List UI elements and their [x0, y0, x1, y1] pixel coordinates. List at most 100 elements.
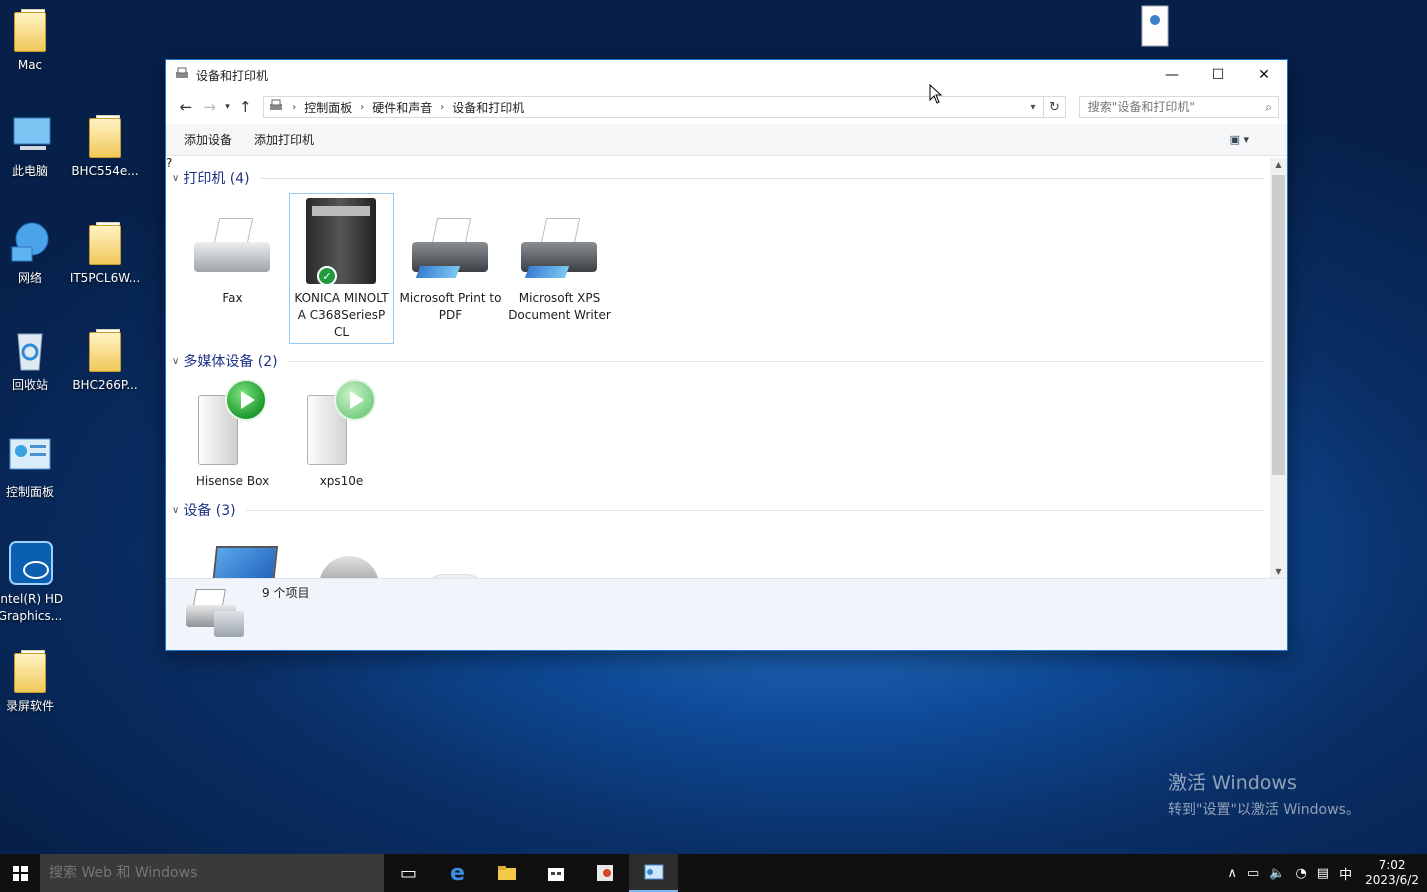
- clock[interactable]: 7:02 2023/6/2: [1357, 858, 1427, 888]
- desktop-icon-label: IT5PCL6W...: [69, 271, 141, 285]
- user-folder-icon: [6, 6, 54, 54]
- desktop-icon-folder-it5pcl6w[interactable]: IT5PCL6W...: [68, 219, 142, 287]
- activation-watermark: 激活 Windows 转到"设置"以激活 Windows。: [1168, 768, 1360, 819]
- search-input[interactable]: [1087, 100, 1256, 114]
- collapse-chevron-icon[interactable]: ∨: [172, 505, 179, 516]
- media-device-icon: [289, 377, 394, 473]
- desktop-icon-label: BHC554e...: [71, 164, 139, 178]
- device-label: Microsoft XPS Document Writer: [508, 291, 611, 322]
- device-item-konica-minolta[interactable]: ✓ KONICA MINOLTA C368SeriesPCL: [289, 193, 394, 344]
- device-item-mouse[interactable]: [289, 530, 394, 578]
- address-dropdown-chevron-icon[interactable]: ▾: [1023, 102, 1043, 113]
- group-divider: [287, 360, 1264, 362]
- start-button[interactable]: [0, 854, 40, 892]
- control-panel-taskbar-icon[interactable]: [629, 854, 678, 892]
- desktop-icon-network[interactable]: 网络: [0, 219, 67, 287]
- play-icon: [225, 379, 267, 421]
- device-icon: [398, 530, 503, 578]
- taskbar-search-box[interactable]: [40, 854, 384, 892]
- recent-locations-chevron-icon[interactable]: ▾: [222, 102, 234, 112]
- vertical-scrollbar[interactable]: ▲ ▼: [1270, 158, 1287, 578]
- store-icon[interactable]: [531, 854, 580, 892]
- battery-icon[interactable]: ▭: [1242, 866, 1264, 881]
- network-wifi-icon[interactable]: ◔: [1290, 866, 1311, 881]
- search-icon[interactable]: ⌕: [1265, 100, 1272, 115]
- breadcrumb[interactable]: › 控制面板 › 硬件和声音 › 设备和打印机 ▾: [263, 96, 1044, 118]
- device-item-generic[interactable]: [398, 530, 503, 578]
- watermark-subtitle: 转到"设置"以激活 Windows。: [1168, 802, 1360, 818]
- device-label: KONICA MINOLTA C368SeriesPCL: [294, 291, 389, 339]
- desktop-icon-folder-bhc266p[interactable]: BHC266P...: [68, 326, 142, 394]
- action-center-icon[interactable]: ▤: [1312, 866, 1334, 881]
- taskbar-search-input[interactable]: [49, 865, 369, 881]
- close-button[interactable]: ✕: [1241, 60, 1287, 90]
- change-view-icon[interactable]: ▣ ▾: [1230, 133, 1249, 146]
- group-header-multimedia[interactable]: ∨ 多媒体设备 (2): [172, 351, 1264, 371]
- play-icon: [334, 379, 376, 421]
- device-item-xps10e[interactable]: xps10e: [289, 377, 394, 490]
- scroll-down-arrow-icon[interactable]: ▼: [1270, 567, 1287, 576]
- device-label: xps10e: [319, 474, 364, 488]
- collapse-chevron-icon[interactable]: ∨: [172, 173, 179, 184]
- device-list: ∨ 打印机 (4) Fax ✓ KONICA MINOLTA C368Serie…: [166, 158, 1272, 578]
- computer-icon: [6, 112, 54, 160]
- desktop-icon-recycle-bin[interactable]: 回收站: [0, 326, 67, 394]
- address-bar: ← → ▾ ↑ › 控制面板 › 硬件和声音 › 设备和打印机 ▾ ↻ ⌕: [166, 90, 1287, 124]
- group-divider: [245, 509, 1264, 511]
- desktop-icon-screen-recorder-folder[interactable]: 录屏软件: [0, 647, 67, 715]
- edge-browser-icon[interactable]: e: [433, 854, 482, 892]
- forward-arrow-icon[interactable]: →: [198, 98, 222, 116]
- breadcrumb-hardware-sound[interactable]: 硬件和声音: [372, 99, 432, 116]
- volume-icon[interactable]: 🔈: [1264, 866, 1290, 881]
- group-header-devices[interactable]: ∨ 设备 (3): [172, 500, 1264, 520]
- add-device-button[interactable]: 添加设备: [176, 131, 240, 148]
- system-tray: ∧ ▭ 🔈 ◔ ▤ 中 7:02 2023/6/2: [1222, 858, 1427, 888]
- file-explorer-icon[interactable]: [482, 854, 531, 892]
- group-header-printers[interactable]: ∨ 打印机 (4): [172, 168, 1264, 188]
- show-hidden-icons-chevron-icon[interactable]: ∧: [1222, 866, 1242, 881]
- maximize-button[interactable]: ☐: [1195, 60, 1241, 90]
- desktop-icon-this-pc[interactable]: 此电脑: [0, 112, 67, 180]
- clock-time: 7:02: [1378, 858, 1406, 872]
- desktop-icon-label: Mac: [17, 58, 43, 72]
- desktop-icon-folder-bhc554e[interactable]: BHC554e...: [68, 112, 142, 180]
- device-item-microsoft-print-to-pdf[interactable]: Microsoft Print to PDF: [398, 194, 503, 324]
- mouse-icon: [289, 530, 394, 578]
- scrollbar-thumb[interactable]: [1272, 175, 1285, 475]
- refresh-icon[interactable]: ↻: [1043, 96, 1066, 118]
- device-item-hisense-box[interactable]: Hisense Box: [180, 377, 285, 490]
- back-arrow-icon[interactable]: ←: [174, 98, 198, 116]
- collapse-chevron-icon[interactable]: ∨: [172, 356, 179, 367]
- desktop-icon-document[interactable]: [1117, 4, 1191, 55]
- office-icon[interactable]: [580, 854, 629, 892]
- network-globe-icon: [6, 219, 54, 267]
- minimize-button[interactable]: —: [1149, 60, 1195, 90]
- device-item-fax[interactable]: Fax: [180, 194, 285, 307]
- desktop-icon-label: 回收站: [11, 378, 48, 392]
- desktop-icon-control-panel[interactable]: 控制面板: [0, 433, 67, 501]
- scroll-up-arrow-icon[interactable]: ▲: [1270, 160, 1287, 169]
- desktop-icon-label: 录屏软件: [5, 699, 54, 713]
- laptop-icon: [180, 530, 285, 578]
- input-method-indicator[interactable]: 中: [1334, 864, 1357, 883]
- printer-app-icon: [174, 67, 190, 84]
- command-bar: 添加设备 添加打印机 ▣ ▾: [166, 124, 1287, 156]
- search-box[interactable]: ⌕: [1078, 96, 1280, 118]
- control-panel-icon: [6, 433, 54, 481]
- up-arrow-icon[interactable]: ↑: [233, 98, 257, 116]
- title-bar[interactable]: 设备和打印机 — ☐ ✕: [166, 60, 1287, 90]
- add-printer-button[interactable]: 添加打印机: [246, 131, 322, 148]
- task-view-icon[interactable]: ▭: [384, 854, 433, 892]
- item-count: 9 个项目: [262, 586, 310, 600]
- recycle-bin-icon: [6, 326, 54, 374]
- device-item-laptop[interactable]: [180, 530, 285, 578]
- device-item-microsoft-xps-writer[interactable]: Microsoft XPS Document Writer: [507, 194, 612, 324]
- desktop-icon-intel-graphics[interactable]: Intel(R) HD Graphics...: [0, 540, 67, 625]
- breadcrumb-devices-printers[interactable]: 设备和打印机: [452, 99, 524, 116]
- printer-icon: [507, 194, 612, 290]
- printer-location-icon: [268, 99, 284, 116]
- folder-icon: [6, 647, 54, 695]
- breadcrumb-control-panel[interactable]: 控制面板: [304, 99, 352, 116]
- desktop-icon-mac[interactable]: Mac: [0, 6, 67, 74]
- desktop-icon-label: 此电脑: [11, 164, 48, 178]
